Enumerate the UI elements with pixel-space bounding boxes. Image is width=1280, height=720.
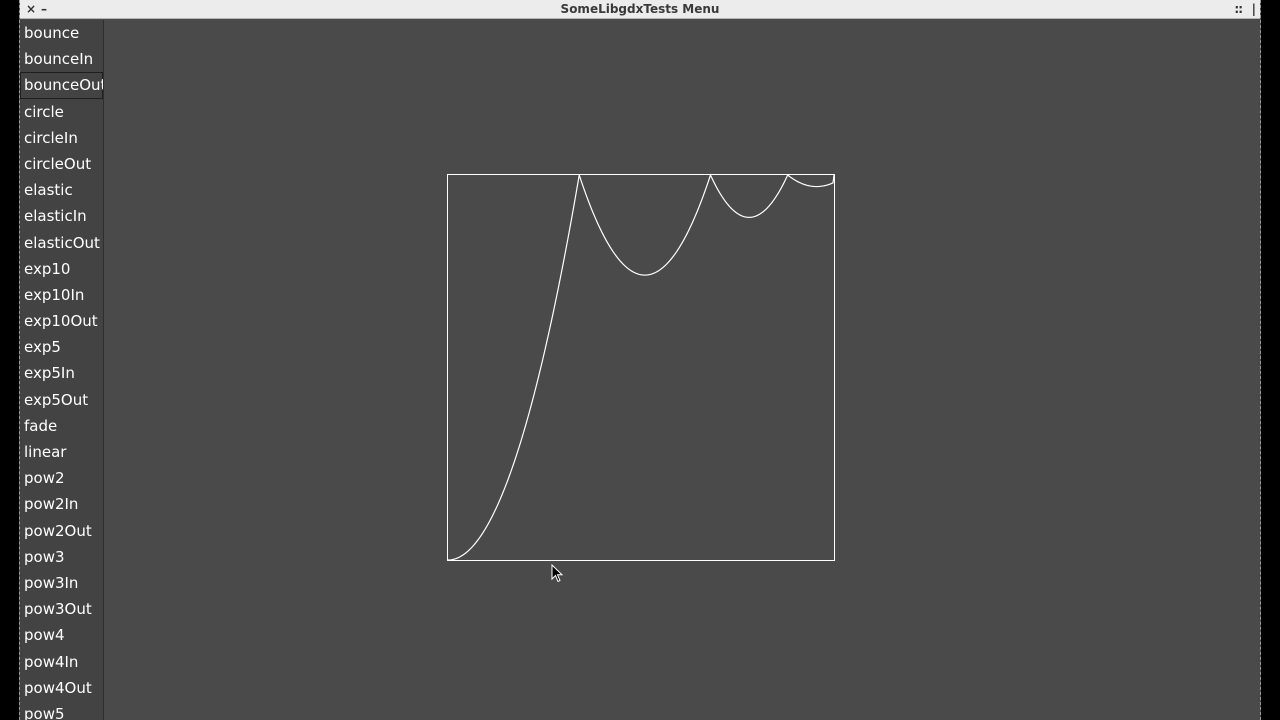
- window-title: SomeLibgdxTests Menu: [560, 2, 720, 16]
- interpolation-graph: [447, 173, 835, 561]
- title-bar[interactable]: × – SomeLibgdxTests Menu :: |: [20, 0, 1260, 19]
- menu-item-circle[interactable]: circle: [20, 99, 103, 125]
- menu-item-exp10[interactable]: exp10: [20, 256, 103, 282]
- interpolation-curve-svg: [447, 173, 835, 561]
- menu-item-pow4[interactable]: pow4: [20, 622, 103, 648]
- maximize-icon[interactable]: |: [1252, 1, 1256, 17]
- app-window: × – SomeLibgdxTests Menu :: | bounce boun…: [19, 0, 1261, 720]
- interpolation-list[interactable]: bounce bounceIn bounceOut circle circleIn cir…: [20, 20, 104, 720]
- menu-item-pow4in[interactable]: pow4In: [20, 649, 103, 675]
- menu-item-pow2[interactable]: pow2: [20, 465, 103, 491]
- menu-item-pow3[interactable]: pow3: [20, 544, 103, 570]
- menu-item-pow3in[interactable]: pow3In: [20, 570, 103, 596]
- menu-item-elasticout[interactable]: elasticOut: [20, 230, 103, 256]
- menu-item-fade[interactable]: fade: [20, 413, 103, 439]
- menu-item-exp5in[interactable]: exp5In: [20, 360, 103, 386]
- menu-item-circlein[interactable]: circleIn: [20, 125, 103, 151]
- menu-item-exp10in[interactable]: exp10In: [20, 282, 103, 308]
- menu-item-circleout[interactable]: circleOut: [20, 151, 103, 177]
- menu-item-pow5[interactable]: pow5: [20, 701, 103, 720]
- menu-item-pow4out[interactable]: pow4Out: [20, 675, 103, 701]
- menu-item-exp10out[interactable]: exp10Out: [20, 308, 103, 334]
- menu-item-bounce[interactable]: bounce: [20, 20, 103, 46]
- menu-item-bounceout[interactable]: bounceOut: [20, 72, 103, 99]
- grip-icon[interactable]: ::: [1234, 1, 1243, 17]
- mouse-pointer-icon: [551, 564, 564, 583]
- menu-item-linear[interactable]: linear: [20, 439, 103, 465]
- menu-item-pow2out[interactable]: pow2Out: [20, 518, 103, 544]
- menu-item-elasticin[interactable]: elasticIn: [20, 203, 103, 229]
- menu-item-exp5[interactable]: exp5: [20, 334, 103, 360]
- menu-item-exp5out[interactable]: exp5Out: [20, 387, 103, 413]
- menu-item-elastic[interactable]: elastic: [20, 177, 103, 203]
- menu-item-pow3out[interactable]: pow3Out: [20, 596, 103, 622]
- interpolation-curve: [447, 173, 835, 561]
- menu-item-pow2in[interactable]: pow2In: [20, 491, 103, 517]
- menu-item-bouncein[interactable]: bounceIn: [20, 46, 103, 72]
